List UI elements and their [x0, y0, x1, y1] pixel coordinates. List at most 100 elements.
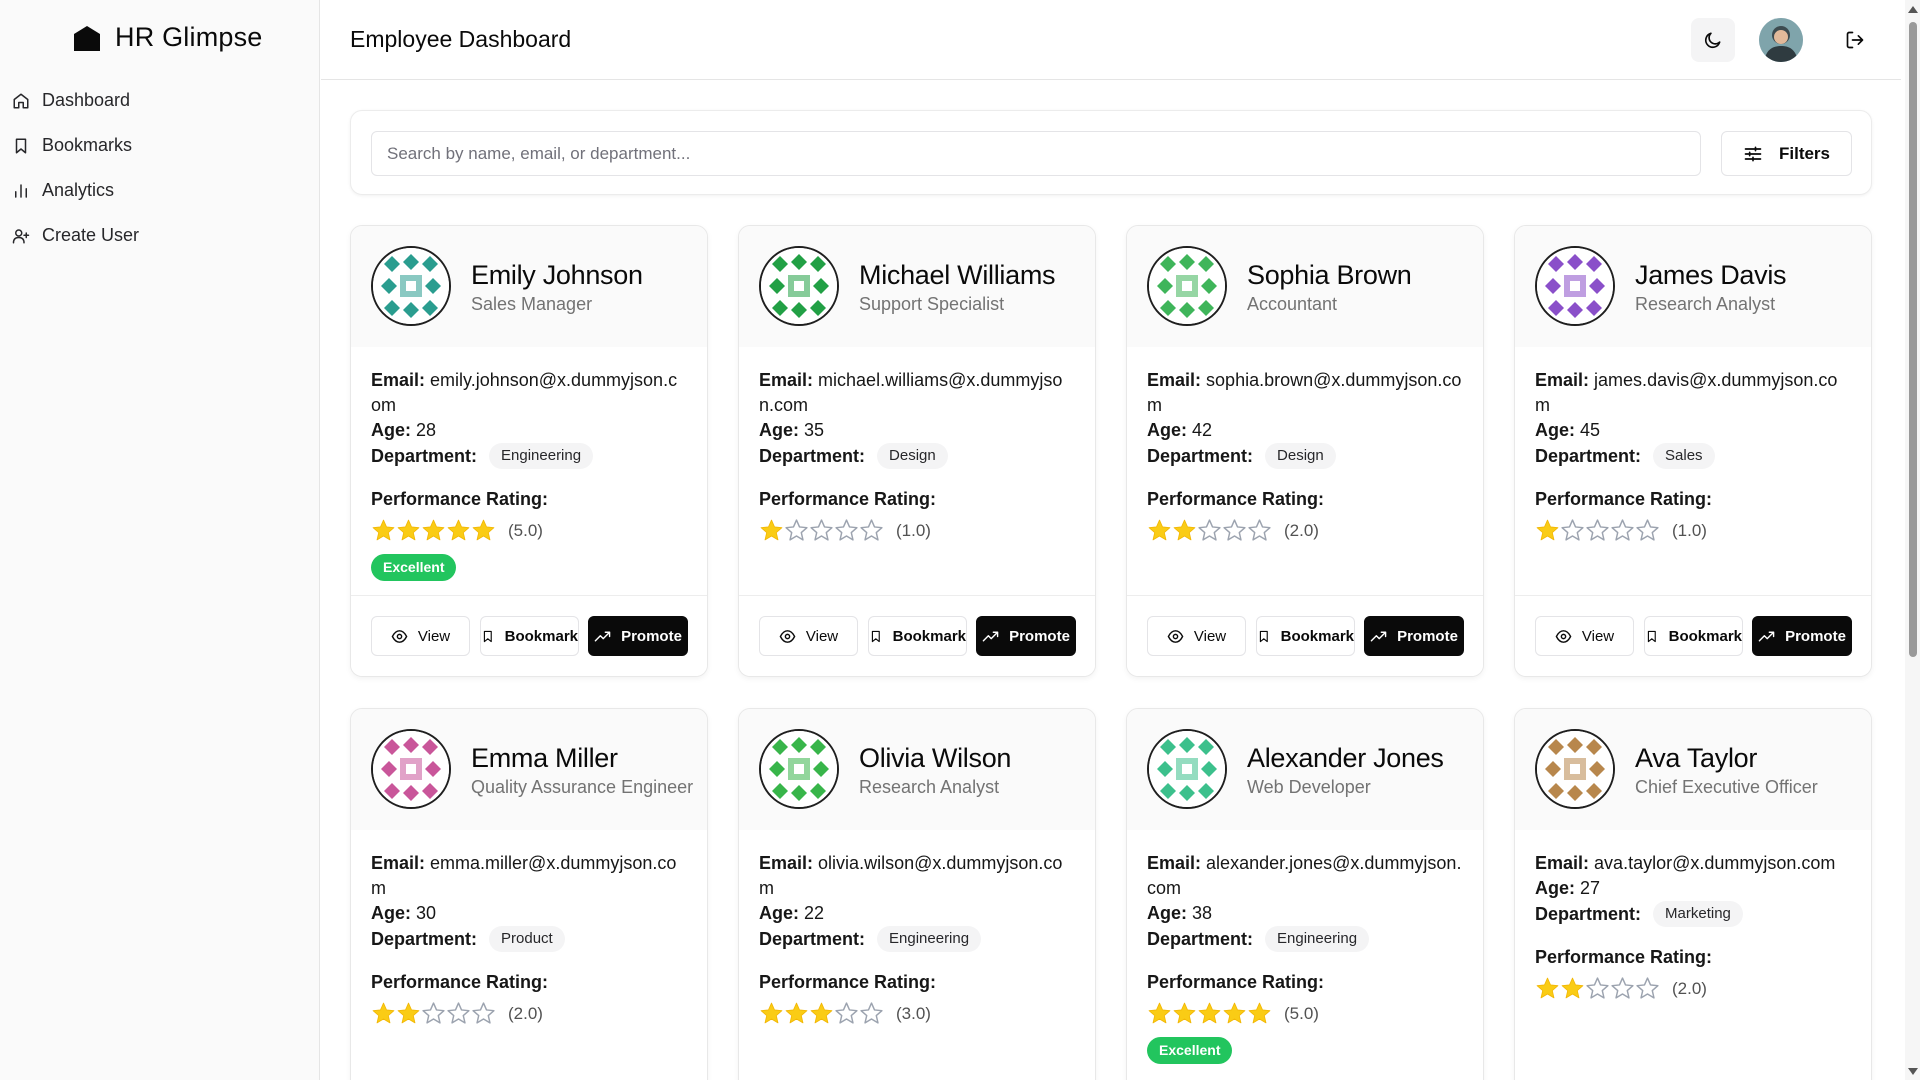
age-label: Age: [759, 903, 799, 923]
performance-label: Performance Rating: [1147, 489, 1325, 509]
sidebar-item-analytics[interactable]: Analytics [0, 168, 320, 213]
sidebar-item-bookmarks[interactable]: Bookmarks [0, 123, 320, 168]
department-label: Department: [1535, 445, 1642, 466]
sidebar-item-create-user[interactable]: Create User [0, 213, 320, 258]
moon-icon [1704, 32, 1721, 49]
view-button[interactable]: View [1147, 616, 1246, 656]
scroll-down-arrow[interactable] [1908, 1068, 1918, 1075]
employee-card: Ava Taylor Chief Executive Officer Email: … [1514, 708, 1872, 1080]
employee-avatar [371, 729, 451, 809]
employee-avatar [1535, 246, 1615, 326]
star-empty-icon [447, 1001, 470, 1024]
age-label: Age: [1535, 420, 1575, 440]
rating-value: (1.0) [896, 520, 931, 540]
promote-button[interactable]: Promote [1752, 616, 1852, 656]
sidebar-item-label: Analytics [42, 180, 115, 200]
promote-button[interactable]: Promote [588, 616, 688, 656]
view-label: View [417, 627, 451, 645]
view-button[interactable]: View [1535, 616, 1634, 656]
filters-button[interactable]: Filters [1721, 131, 1852, 176]
star-filled-icon [810, 1002, 833, 1023]
star-empty-icon [1636, 518, 1659, 541]
employee-role: Support Specialist [859, 294, 1005, 314]
department-label: Department: [759, 445, 866, 466]
rating-value: (2.0) [1284, 520, 1319, 540]
rating-value: (5.0) [508, 520, 543, 540]
bookmark-button[interactable]: Bookmark [1644, 616, 1743, 656]
employee-name: Emily Johnson [471, 260, 643, 290]
email-label: Email: [371, 853, 426, 873]
page-scrollbar[interactable] [1905, 0, 1920, 1080]
user-avatar-image [1759, 18, 1803, 62]
department-label: Department: [371, 445, 478, 466]
star-filled-icon [1561, 977, 1584, 998]
employee-role: Chief Executive Officer [1635, 777, 1818, 797]
bookmark-button[interactable]: Bookmark [868, 616, 967, 656]
star-empty-icon [1198, 518, 1221, 541]
theme-toggle-button[interactable] [1691, 18, 1735, 62]
star-empty-icon [1636, 976, 1659, 999]
star-empty-icon [835, 1001, 858, 1024]
sidebar: HR Glimpse Dashboard Bookmarks Analytics… [0, 0, 320, 1080]
employee-age: 27 [1580, 878, 1601, 898]
employee-age: 45 [1580, 420, 1601, 440]
filters-label: Filters [1778, 143, 1831, 163]
star-filled-icon [372, 1002, 395, 1023]
view-label: View [1581, 627, 1615, 645]
logout-icon [1846, 31, 1864, 49]
scroll-up-arrow[interactable] [1908, 6, 1918, 13]
brand-name: HR Glimpse [115, 22, 263, 52]
view-button[interactable]: View [759, 616, 858, 656]
bookmark-button[interactable]: Bookmark [1256, 616, 1355, 656]
rating-value: (3.0) [896, 1003, 931, 1023]
employee-role: Quality Assurance Engineer [471, 777, 694, 797]
email-row: Email: sophia.brown@x.dummyjson.com [1147, 368, 1463, 418]
age-label: Age: [1147, 903, 1187, 923]
department-row: Department: Engineering [759, 926, 1075, 952]
star-empty-icon [835, 518, 858, 541]
star-empty-icon [860, 518, 883, 541]
email-row: Email: alexander.jones@x.dummyjson.com [1147, 851, 1463, 901]
user-avatar[interactable] [1759, 18, 1803, 62]
employee-avatar [1147, 246, 1227, 326]
promote-label: Promote [1397, 627, 1458, 645]
star-filled-icon [447, 519, 470, 540]
card-header: Michael Williams Support Specialist [739, 226, 1095, 347]
star-empty-icon [472, 1001, 495, 1024]
star-rating: (3.0) [759, 999, 1075, 1027]
employee-avatar [759, 729, 839, 809]
age-label: Age: [371, 420, 411, 440]
email-label: Email: [371, 370, 426, 390]
identicon-avatar-image [1537, 248, 1613, 324]
bookmark-icon [1259, 630, 1268, 642]
bookmark-button[interactable]: Bookmark [480, 616, 579, 656]
employee-card: Olivia Wilson Research Analyst Email: oliv… [738, 708, 1096, 1080]
employee-age: 28 [416, 420, 437, 440]
department-label: Department: [371, 928, 478, 949]
sidebar-item-dashboard[interactable]: Dashboard [0, 78, 320, 123]
search-panel: Filters [350, 110, 1872, 195]
employee-role: Research Analyst [859, 777, 1000, 797]
trending-up-icon [1758, 631, 1775, 641]
eye-icon [391, 629, 408, 643]
age-label: Age: [1535, 878, 1575, 898]
department-label: Department: [759, 928, 866, 949]
search-input[interactable] [371, 131, 1701, 176]
star-empty-icon [1561, 518, 1584, 541]
brand[interactable]: HR Glimpse [73, 22, 263, 53]
home-icon [13, 93, 29, 108]
promote-button[interactable]: Promote [976, 616, 1076, 656]
promote-button[interactable]: Promote [1364, 616, 1464, 656]
bookmark-label: Bookmark [1668, 627, 1742, 645]
star-filled-icon [372, 519, 395, 540]
age-row: Age: 45 [1535, 418, 1851, 443]
user-plus-icon [12, 228, 30, 243]
department-badge: Design [877, 443, 948, 469]
card-body: Email: michael.williams@x.dummyjson.com A… [739, 347, 1095, 544]
trending-up-icon [594, 631, 611, 641]
card-body: Email: emma.miller@x.dummyjson.com Age: 3… [351, 830, 707, 1027]
star-rating: (5.0) [1147, 999, 1463, 1027]
logout-button[interactable] [1839, 24, 1871, 56]
scrollbar-thumb[interactable] [1909, 22, 1917, 657]
view-button[interactable]: View [371, 616, 470, 656]
